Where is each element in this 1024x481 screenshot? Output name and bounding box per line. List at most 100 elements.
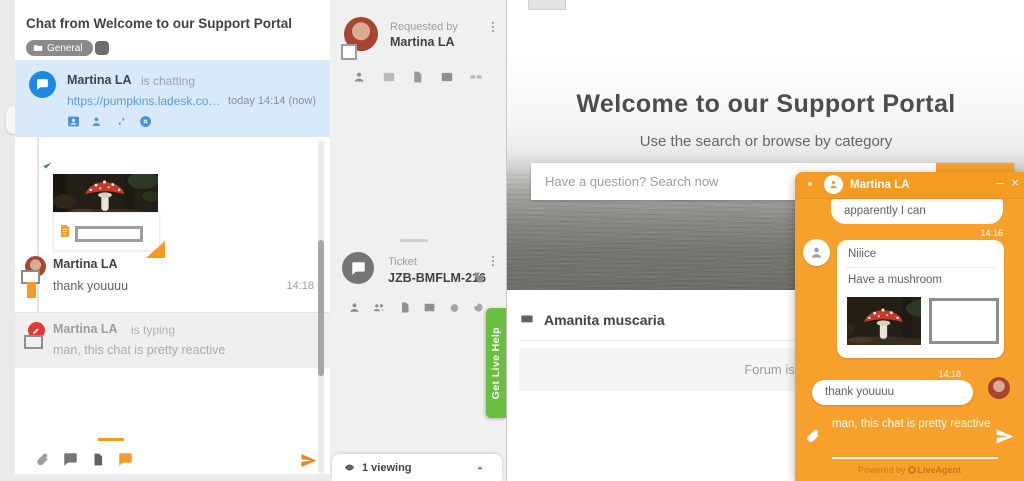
get-live-help-button[interactable]: Get Live Help [486,308,506,418]
agent-message-bubble: Niiice Have a mushroom [837,240,1004,358]
powered-by-text: Powered by [858,465,906,475]
close-button[interactable]: × [1008,175,1022,193]
liveagent-logo-icon [908,466,916,474]
requester-menu-icon[interactable] [486,20,500,34]
mushroom-attachment-image[interactable] [53,174,158,212]
typing-preview-text: man, this chat is pretty reactive [53,343,225,357]
viewing-bar[interactable]: 1 viewing [332,454,502,481]
message-time: 14:18 [286,280,314,292]
requested-by-label: Requested by [390,21,458,33]
thread-timeline [37,137,39,312]
ticket-action-row [330,301,506,317]
message-time: 14:16 [947,228,1003,238]
get-live-help-label: Get Live Help [490,327,502,399]
viewing-count: 1 viewing [362,462,412,474]
end-chat-icon[interactable] [139,115,152,128]
session-status: is chatting [141,74,195,88]
add-department-button[interactable] [95,41,109,55]
chat-title: Chat from Welcome to our Support Portal [26,16,292,31]
card-icon[interactable] [382,70,396,84]
widget-typed-text[interactable]: man, this chat is pretty reactive [832,418,1002,430]
ticket-details-panel: Requested by Martina LA Ticket JZB-BMFLM… [330,0,507,481]
minimize-button[interactable]: – [993,175,1007,193]
ticket-label: Ticket [388,256,417,268]
visitor-message-text: thank youuuu [825,386,894,398]
session-url-link[interactable]: https://pumpkins.ladesk.co… [67,94,220,108]
message-time: 14:18 [905,369,961,379]
visitor-message-bubble: apparently I can ’ [831,199,1003,224]
portal-heading: Welcome to our Support Portal [507,90,1024,119]
send-icon[interactable] [300,452,317,469]
agent-avatar-placeholder [803,239,830,266]
agent-avatar-placeholder [824,175,843,194]
invite-agent-icon[interactable] [91,115,104,128]
contact-icon[interactable] [352,70,366,84]
chat-thread: Martina LA thank youuuu 14:18 [15,137,330,312]
forum-icon [519,313,535,328]
widget-agent-name: Martina LA [850,179,909,191]
mail-icon[interactable] [440,70,454,84]
contact-icon[interactable] [348,301,361,314]
history-icon[interactable] [472,301,485,314]
typing-name: Martina LA [53,322,118,336]
message-sender: Martina LA [53,257,118,271]
chat-message-icon[interactable] [118,452,133,467]
left-rail [0,0,16,481]
message-text: thank youuuu [53,279,128,293]
attach-file-icon[interactable] [805,428,821,444]
ticket-menu-icon[interactable] [486,254,500,268]
widget-header[interactable]: Martina LA – × [795,172,1024,199]
active-chat-session[interactable]: Martina LA is chatting https://pumpkins.… [15,60,330,137]
reply-composer[interactable] [15,368,330,474]
file-icon[interactable] [399,301,411,314]
powered-by-footer[interactable]: Powered by LiveAgent [795,465,1024,475]
forum-title: Amanita muscaria [544,312,665,328]
gear-icon[interactable] [803,177,817,191]
visitor-window-icon [24,335,43,349]
chat-panel: Chat from Welcome to our Support Portal … [15,0,331,481]
liveagent-app: Chat from Welcome to our Support Portal … [0,0,1024,481]
file-icon[interactable] [411,70,424,84]
group-icon[interactable] [372,301,386,314]
copy-icon[interactable] [472,271,485,284]
visitor-message-text: apparently I can [844,205,926,217]
chat-bubble-icon [29,71,56,98]
composer-resize-grip[interactable] [98,438,124,441]
session-time: today 14:14 (now) [228,95,316,107]
attachment-filename-box [75,226,143,242]
alarm-icon[interactable] [448,301,461,314]
chat-widget: Martina LA – × apparently I can ’ 14:16 … [795,172,1024,481]
internal-note-icon[interactable] [91,452,105,467]
ticket-type-icon [342,252,374,284]
brand-name: LiveAgent [918,465,962,475]
portal-subheading: Use the search or browse by category [507,133,1024,150]
department-badge[interactable]: General [26,40,93,56]
message-type-icon[interactable] [63,452,78,467]
contact-card-icon[interactable] [67,115,80,128]
avatar [988,377,1010,399]
typing-status: is typing [131,323,175,337]
requester-action-row [330,70,506,86]
file-attachment-card[interactable] [53,212,160,251]
bubble-tail: ’ [962,388,964,413]
visitor-status-bar-icon [27,282,36,298]
requester-name: Martina LA [390,35,455,49]
mushroom-image-thumbnail[interactable] [847,297,921,345]
blank-image-thumbnail[interactable] [929,298,999,344]
link-icon[interactable] [469,70,483,84]
agent-message-text: Have a mushroom [848,274,942,286]
visitor-message-bubble: thank youuuu ’ [812,380,973,405]
attach-file-icon[interactable] [35,452,50,467]
department-label: General [47,43,83,54]
divider [845,267,996,268]
panel-divider-grip[interactable] [400,239,428,242]
portal-logo-fragment [528,0,566,10]
send-icon[interactable] [995,427,1014,446]
forum-section-header[interactable]: Amanita muscaria [519,312,665,328]
transfer-chat-icon[interactable] [115,115,128,128]
mail-icon[interactable] [423,301,436,314]
visitor-window-icon [341,44,357,60]
chat-scrollbar-thumb[interactable] [318,240,324,376]
chevron-up-icon[interactable] [474,462,486,474]
person-icon [828,179,839,190]
